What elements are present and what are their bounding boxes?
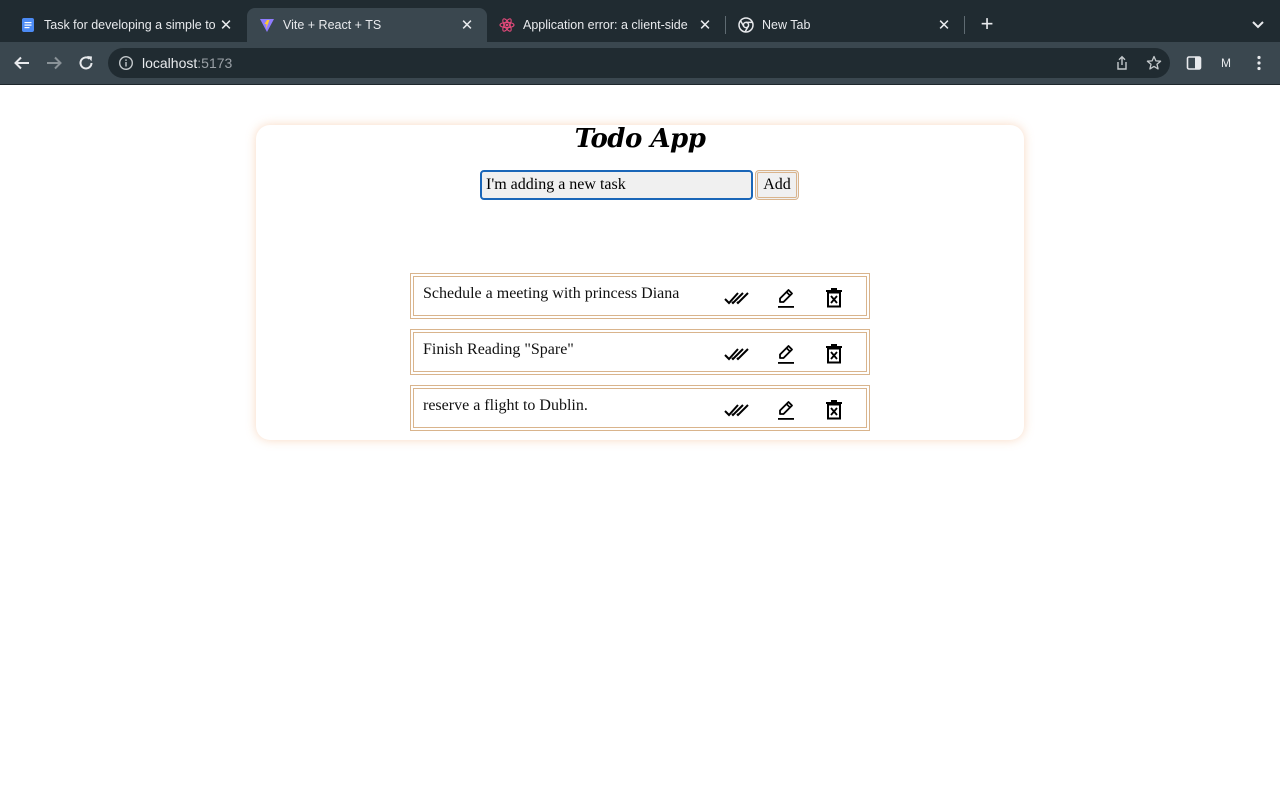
mark-done-icon[interactable] <box>724 398 750 422</box>
tab-google-doc[interactable]: Task for developing a simple to ✕ <box>8 8 246 42</box>
more-menu-icon[interactable] <box>1249 53 1269 73</box>
edit-pencil-icon[interactable] <box>773 342 799 366</box>
close-tab-icon[interactable]: ✕ <box>936 17 952 34</box>
new-task-input[interactable] <box>480 170 753 200</box>
url-host: localhost <box>142 55 198 71</box>
close-tab-icon[interactable]: ✕ <box>218 17 234 34</box>
bookmark-star-icon[interactable] <box>1146 55 1162 71</box>
forward-icon[interactable] <box>43 52 65 74</box>
delete-trash-icon[interactable] <box>821 342 847 366</box>
tab-title: New Tab <box>762 18 811 32</box>
tab-application-error[interactable]: Application error: a client-side ✕ <box>487 8 725 42</box>
share-icon[interactable] <box>1114 55 1130 71</box>
todo-item: Schedule a meeting with princess Diana <box>410 273 870 319</box>
tab-strip: Task for developing a simple to ✕ Vite +… <box>0 0 1280 42</box>
tab-title: Vite + React + TS <box>283 18 382 32</box>
delete-trash-icon[interactable] <box>821 398 847 422</box>
reload-icon[interactable] <box>75 52 97 74</box>
mark-done-icon[interactable] <box>724 342 750 366</box>
edit-pencil-icon[interactable] <box>773 398 799 422</box>
add-task-button[interactable]: Add <box>755 170 799 200</box>
todo-item: Finish Reading "Spare" <box>410 329 870 375</box>
mark-done-icon[interactable] <box>724 286 750 310</box>
back-icon[interactable] <box>11 52 33 74</box>
todo-text: reserve a flight to Dublin. <box>423 397 588 414</box>
todo-item: reserve a flight to Dublin. <box>410 385 870 431</box>
tab-title: Task for developing a simple to <box>44 18 216 32</box>
tab-vite-react[interactable]: Vite + React + TS ✕ <box>247 8 487 42</box>
close-tab-icon[interactable]: ✕ <box>697 17 713 34</box>
side-panel-icon[interactable] <box>1184 53 1204 73</box>
delete-trash-icon[interactable] <box>821 286 847 310</box>
tab-new-tab[interactable]: New Tab ✕ <box>726 8 964 42</box>
address-bar[interactable]: localhost:5173 <box>108 48 1170 78</box>
close-tab-icon[interactable]: ✕ <box>459 17 475 34</box>
site-info-icon[interactable] <box>118 55 134 71</box>
todo-text: Finish Reading "Spare" <box>423 341 574 358</box>
tab-title: Application error: a client-side <box>523 18 688 32</box>
vite-icon <box>259 17 275 33</box>
toolbar-divider <box>0 84 1280 85</box>
chrome-icon <box>738 17 754 33</box>
url-text: localhost:5173 <box>142 55 232 71</box>
chevron-down-icon[interactable] <box>1248 15 1268 35</box>
todo-text: Schedule a meeting with princess Diana <box>423 285 680 302</box>
profile-avatar[interactable]: M <box>1216 53 1236 73</box>
react-icon <box>499 17 515 33</box>
tab-separator <box>964 16 965 34</box>
google-docs-icon <box>20 17 36 33</box>
url-port: :5173 <box>197 55 233 71</box>
new-tab-icon[interactable]: + <box>975 13 999 37</box>
page-title: Todo App <box>574 124 706 154</box>
edit-pencil-icon[interactable] <box>773 286 799 310</box>
